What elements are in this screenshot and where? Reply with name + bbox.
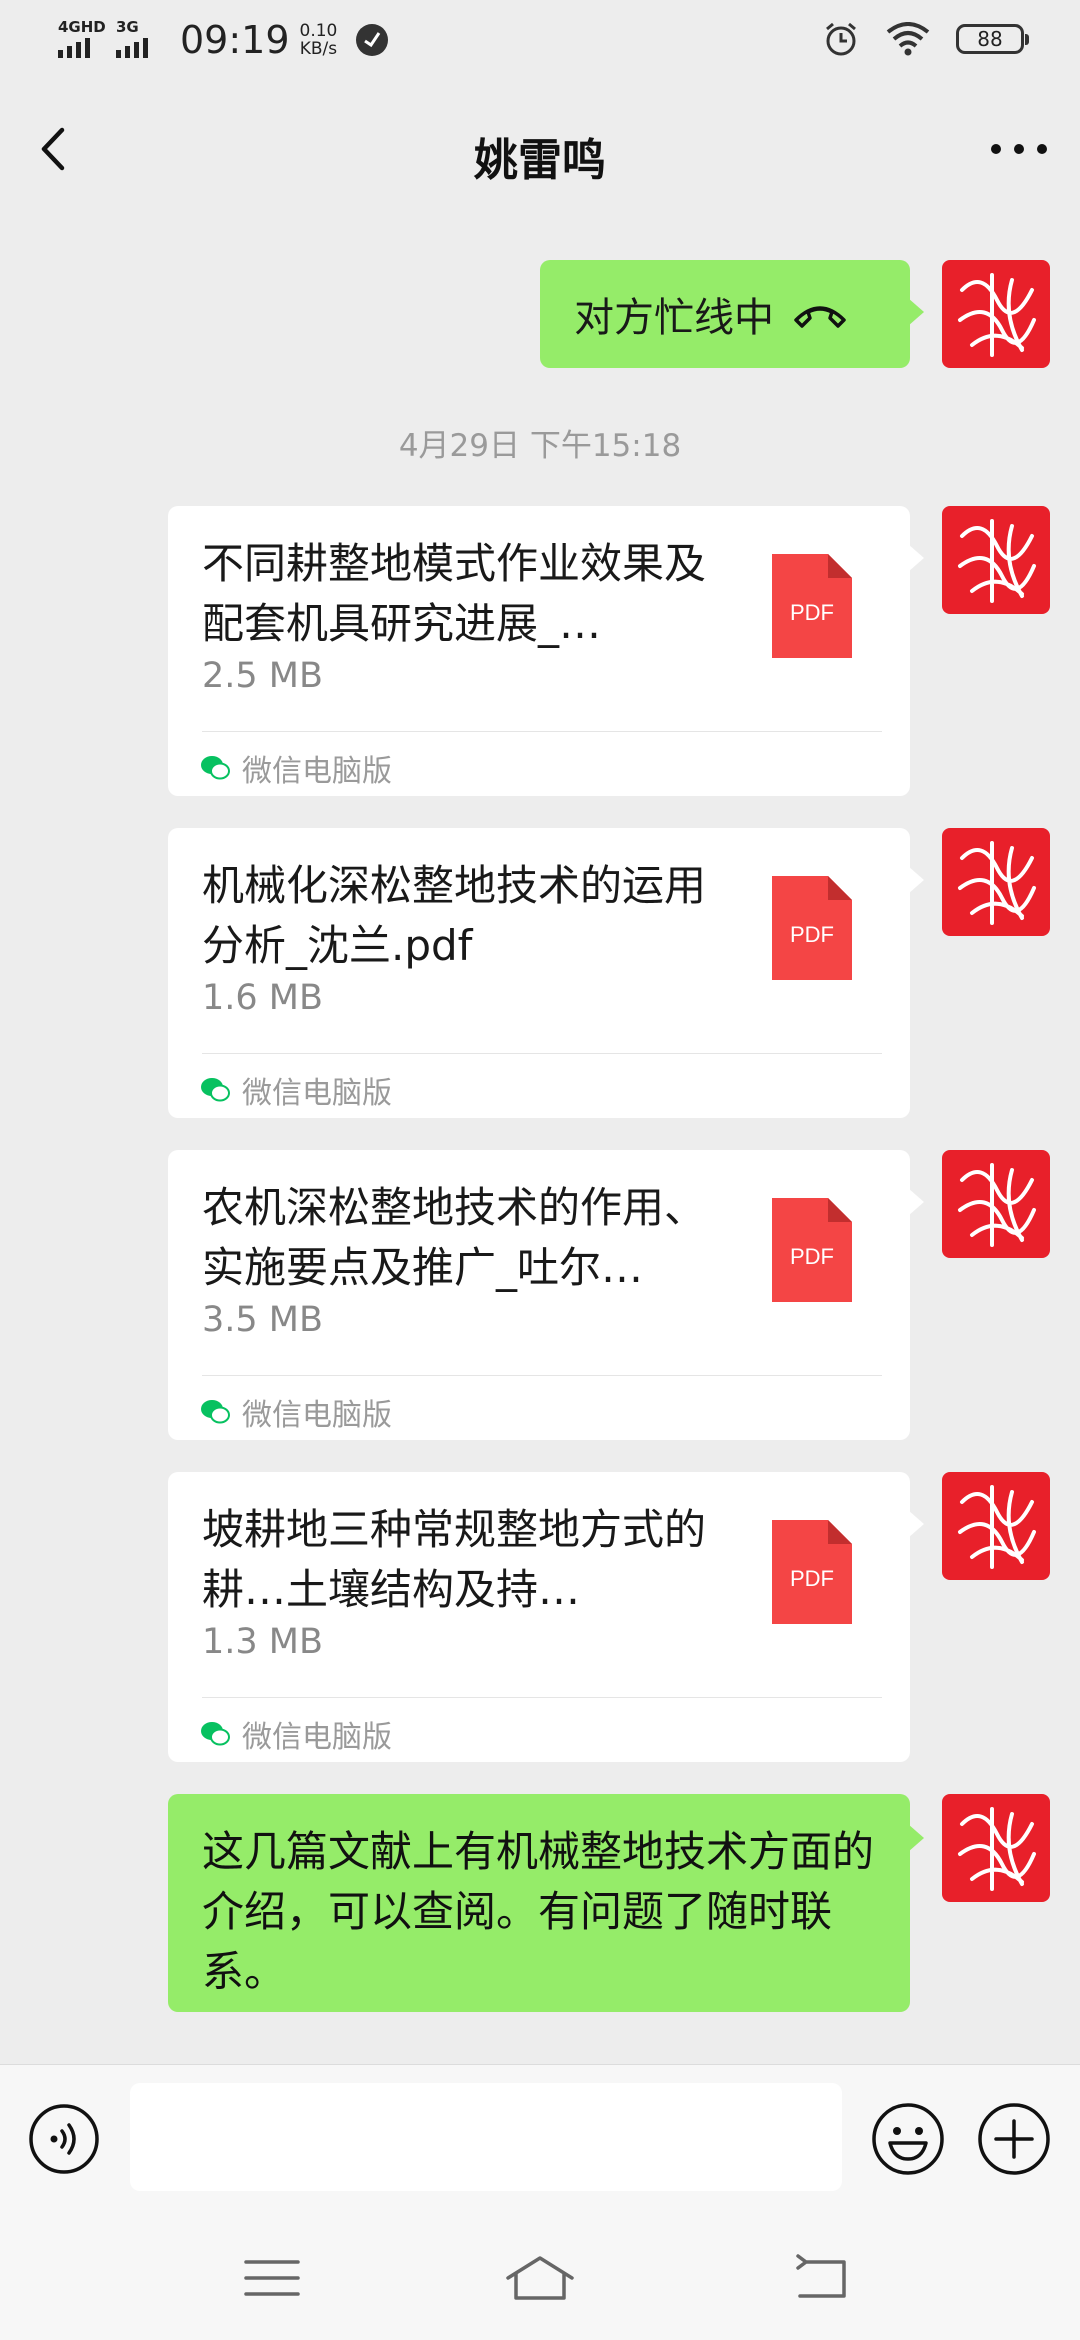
call-status-bubble[interactable]: 对方忙线中 <box>540 260 924 368</box>
menu-icon[interactable] <box>232 2248 312 2308</box>
file-source: 微信电脑版 <box>200 1068 392 1112</box>
wechat-icon <box>201 1400 230 1424</box>
call-status-text: 对方忙线中 <box>574 295 774 341</box>
status-bar: 4GHD 3G 09:19 0.10 KB/s 88 <box>0 0 1080 84</box>
input-bar <box>0 2064 1080 2213</box>
file-source-label: 微信电脑版 <box>242 1398 392 1433</box>
pdf-label: PDF <box>790 1566 834 1591</box>
signal-4g-icon: 4GHD <box>58 18 110 62</box>
file-source: 微信电脑版 <box>200 1390 392 1434</box>
pdf-label: PDF <box>790 922 834 947</box>
alarm-icon <box>826 22 856 56</box>
avatar[interactable] <box>942 1150 1050 1258</box>
avatar[interactable] <box>942 260 1050 368</box>
avatar[interactable] <box>942 506 1050 614</box>
plus-icon[interactable] <box>976 2101 1052 2177</box>
battery-indicator: 88 <box>956 24 1029 54</box>
file-source-label: 微信电脑版 <box>242 1720 392 1755</box>
file-size: 1.6 MB <box>202 978 323 1018</box>
divider <box>202 1697 882 1698</box>
chat-messages[interactable]: 对方忙线中 4月29日 下午15:18 不同耕整地模式作业效果及配套机具研究进展… <box>0 214 1080 2064</box>
signal-3g-icon: 3G <box>116 18 168 62</box>
divider <box>202 1053 882 1054</box>
network-speed: 0.10 KB/s <box>300 22 338 58</box>
file-source: 微信电脑版 <box>200 746 392 790</box>
wechat-icon <box>201 1722 230 1746</box>
divider <box>202 1375 882 1376</box>
voice-icon[interactable] <box>28 2103 100 2175</box>
back-nav-icon[interactable] <box>784 2248 864 2308</box>
wifi-icon <box>886 22 930 56</box>
file-source-label: 微信电脑版 <box>242 754 392 789</box>
text-message-bubble[interactable]: 这几篇文献上有机械整地技术方面的介绍，可以查阅。有问题了随时联系。 <box>168 1794 924 2012</box>
message-input[interactable] <box>130 2083 842 2191</box>
network-type-1: 4GHD <box>58 18 106 36</box>
chat-title: 姚雷鸣 <box>474 135 606 186</box>
clock: 09:19 <box>180 18 290 62</box>
pdf-file-icon: PDF <box>772 554 852 658</box>
system-navigation-bar <box>0 2212 1080 2340</box>
wechat-icon <box>201 756 230 780</box>
file-size: 1.3 MB <box>202 1622 323 1662</box>
home-icon[interactable] <box>500 2248 580 2308</box>
file-message-card[interactable]: 农机深松整地技术的作用、实施要点及推广_吐尔… 3.5 MB PDF 微信电脑版 <box>168 1150 924 1440</box>
speed-unit: KB/s <box>299 39 338 59</box>
pdf-file-icon: PDF <box>772 1520 852 1624</box>
file-name: 农机深松整地技术的作用、实施要点及推广_吐尔… <box>202 1183 707 1292</box>
pdf-file-icon: PDF <box>772 876 852 980</box>
message-timestamp: 4月29日 下午15:18 <box>398 428 682 464</box>
chat-header: 姚雷鸣 <box>0 84 1080 214</box>
avatar[interactable] <box>942 828 1050 936</box>
file-source: 微信电脑版 <box>200 1712 392 1756</box>
divider <box>202 731 882 732</box>
more-options-icon[interactable] <box>984 124 1054 174</box>
wechat-icon <box>201 1078 230 1102</box>
pdf-file-icon: PDF <box>772 1198 852 1302</box>
hangup-phone-icon <box>794 306 846 328</box>
message-text: 这几篇文献上有机械整地技术方面的介绍，可以查阅。有问题了随时联系。 <box>202 1827 875 1996</box>
file-size: 3.5 MB <box>202 1300 323 1340</box>
file-message-card[interactable]: 坡耕地三种常规整地方式的耕…土壤结构及持… 1.3 MB PDF 微信电脑版 <box>168 1472 924 1762</box>
avatar[interactable] <box>942 1794 1050 1902</box>
file-size: 2.5 MB <box>202 656 323 696</box>
avatar[interactable] <box>942 1472 1050 1580</box>
network-type-2: 3G <box>116 18 139 36</box>
file-message-card[interactable]: 机械化深松整地技术的运用分析_沈兰.pdf 1.6 MB PDF 微信电脑版 <box>168 828 924 1118</box>
pdf-label: PDF <box>790 1244 834 1269</box>
file-name: 机械化深松整地技术的运用分析_沈兰.pdf <box>202 861 707 970</box>
pdf-label: PDF <box>790 600 834 625</box>
file-message-card[interactable]: 不同耕整地模式作业效果及配套机具研究进展_… 2.5 MB PDF 微信电脑版 <box>168 506 924 796</box>
notification-check-icon <box>356 24 389 56</box>
speed-value: 0.10 <box>299 21 338 41</box>
file-source-label: 微信电脑版 <box>242 1076 392 1111</box>
file-name: 坡耕地三种常规整地方式的耕…土壤结构及持… <box>202 1505 707 1614</box>
file-name: 不同耕整地模式作业效果及配套机具研究进展_… <box>202 539 707 648</box>
emoji-icon[interactable] <box>870 2101 946 2177</box>
